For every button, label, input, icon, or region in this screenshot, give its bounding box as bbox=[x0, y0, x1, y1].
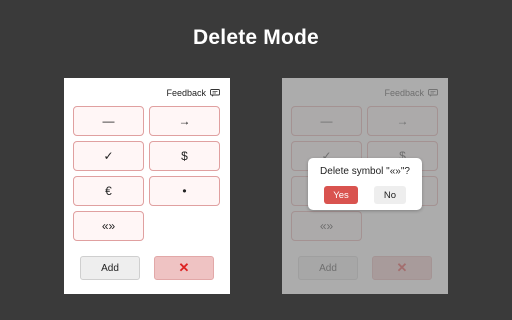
symbols-panel-left: Feedback — → ✓ $ € • «» Add ✕ bbox=[64, 78, 230, 294]
delete-confirm-dialog: Delete symbol "«»"? Yes No bbox=[308, 158, 422, 210]
symbol-button[interactable]: → bbox=[149, 106, 220, 136]
symbol-button[interactable]: • bbox=[149, 176, 220, 206]
symbol-button[interactable]: «» bbox=[73, 211, 144, 241]
symbol-button[interactable]: € bbox=[73, 176, 144, 206]
symbols-panel-right: Feedback — → ✓ $ € • «» Add ✕ Delete sym… bbox=[282, 78, 448, 294]
no-button[interactable]: No bbox=[374, 186, 406, 204]
symbol-grid: — → ✓ $ € • «» bbox=[73, 106, 221, 241]
action-row: Add ✕ bbox=[80, 256, 214, 280]
cancel-button[interactable]: ✕ bbox=[154, 256, 214, 280]
page-title: Delete Mode bbox=[193, 26, 319, 49]
feedback-label: Feedback bbox=[166, 88, 206, 98]
symbol-button[interactable]: $ bbox=[149, 141, 220, 171]
symbol-button[interactable]: — bbox=[73, 106, 144, 136]
feedback-link[interactable]: Feedback bbox=[166, 88, 220, 98]
yes-button[interactable]: Yes bbox=[324, 186, 358, 204]
chat-bubble-icon bbox=[210, 89, 220, 97]
symbol-button[interactable]: ✓ bbox=[73, 141, 144, 171]
dialog-message: Delete symbol "«»"? bbox=[320, 166, 410, 177]
add-button[interactable]: Add bbox=[80, 256, 140, 280]
